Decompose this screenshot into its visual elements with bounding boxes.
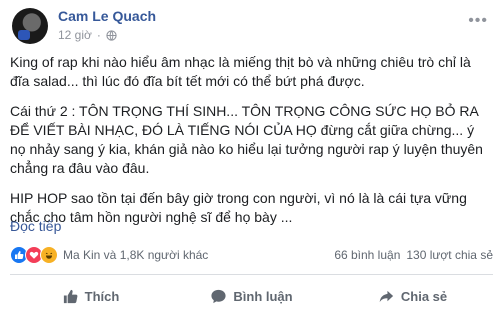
comments-count[interactable]: 66 bình luận — [334, 248, 400, 262]
comment-button[interactable]: Bình luận — [171, 278, 332, 314]
action-divider — [10, 274, 493, 275]
post-paragraph: HIP HOP sao tồn tại đến bây giờ trong co… — [10, 190, 467, 225]
post-time[interactable]: 12 giờ — [58, 28, 92, 42]
share-label: Chia sẻ — [400, 288, 448, 304]
author-avatar[interactable] — [12, 8, 48, 44]
post-meta: 12 giờ · — [58, 28, 117, 42]
post-paragraph: King of rap khi nào hiểu âm nhạc là miến… — [10, 54, 471, 89]
post-paragraph: Cái thứ 2 : TÔN TRỌNG THÍ SINH... TÔN TR… — [10, 103, 483, 176]
post-actions: Thích Bình luận Chia sẻ — [10, 278, 493, 314]
see-more-link[interactable]: Đọc tiếp — [10, 218, 61, 234]
separator-dot: · — [96, 28, 101, 42]
comment-label: Bình luận — [233, 288, 293, 304]
comment-icon — [211, 289, 226, 303]
reactions-summary[interactable]: Ma Kin và 1,8K người khác — [10, 246, 208, 264]
share-icon — [379, 290, 393, 302]
shares-count[interactable]: 130 lượt chia sẻ — [406, 248, 493, 262]
globe-icon — [106, 29, 117, 41]
share-button[interactable]: Chia sẻ — [332, 278, 493, 314]
like-label: Thích — [84, 288, 120, 304]
like-button[interactable]: Thích — [10, 278, 171, 314]
haha-icon — [40, 246, 58, 264]
post-text: King of rap khi nào hiểu âm nhạc là miến… — [10, 53, 492, 238]
reactions-label[interactable]: Ma Kin và 1,8K người khác — [63, 248, 208, 262]
more-options-icon[interactable]: ••• — [468, 12, 488, 30]
thumbs-up-icon — [63, 289, 78, 303]
post-header: Cam Le Quach 12 giờ · ••• — [12, 6, 492, 46]
post-stats: 66 bình luận 130 lượt chia sẻ — [334, 248, 493, 262]
author-name[interactable]: Cam Le Quach — [58, 8, 156, 24]
